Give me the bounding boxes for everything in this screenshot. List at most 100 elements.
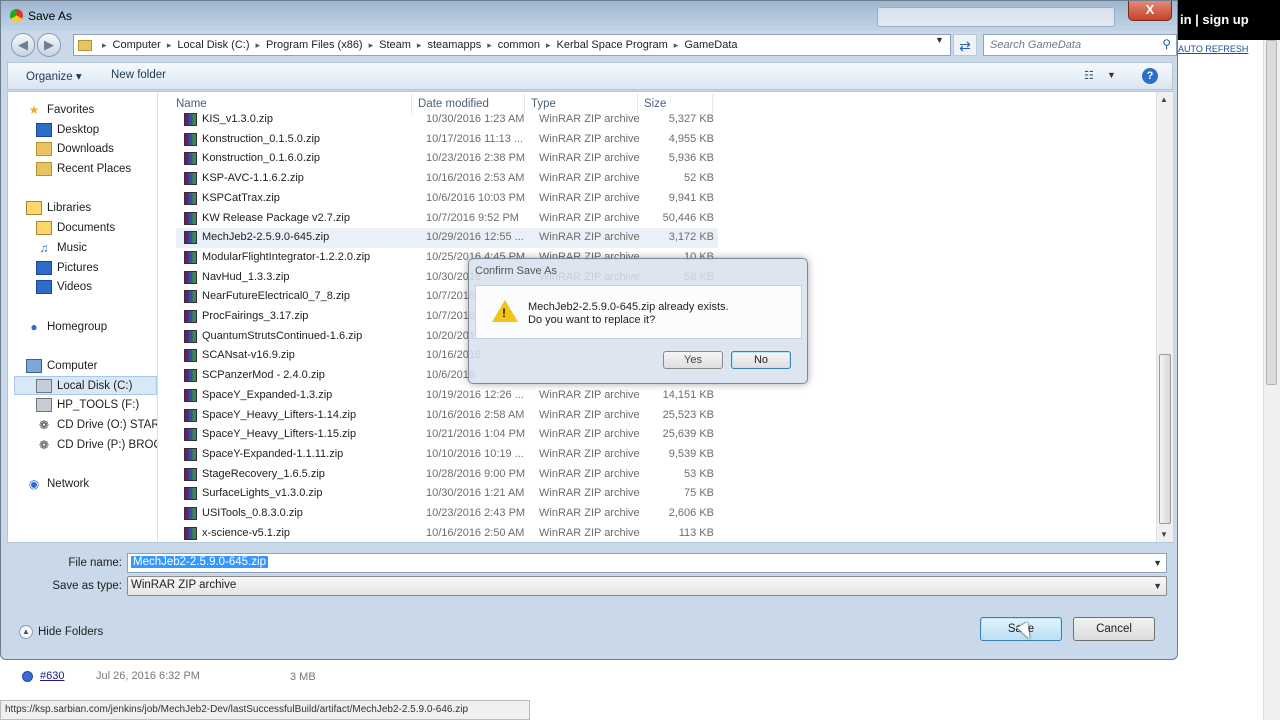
breadcrumb-item[interactable]: Steam [379, 39, 411, 51]
breadcrumb-chevron-icon[interactable]: ▸ [417, 40, 422, 51]
nav-local-disk[interactable]: Local Disk (C:) [14, 376, 157, 395]
nav-homegroup[interactable]: ● Homegroup [26, 317, 107, 336]
breadcrumb-item[interactable]: GameData [684, 39, 737, 51]
build-link[interactable]: #630 [40, 670, 64, 682]
file-row[interactable]: StageRecovery_1.6.5.zip 10/28/2016 9:00 P… [176, 465, 718, 485]
file-row[interactable]: Konstruction_0.1.5.0.zip 10/17/2016 11:13… [176, 130, 718, 150]
nav-desktop[interactable]: Desktop [36, 120, 99, 139]
nav-computer[interactable]: Computer [26, 356, 98, 375]
yes-button[interactable]: Yes [663, 351, 723, 369]
nav-label: Favorites [47, 103, 95, 116]
breadcrumb-item[interactable]: Computer [113, 39, 161, 51]
breadcrumb-item[interactable]: Local Disk (C:) [177, 39, 249, 51]
file-date: 10/30/2016 1:23 AM [426, 113, 525, 125]
new-folder-button[interactable]: New folder [111, 69, 166, 81]
breadcrumb-chevron-icon[interactable]: ▸ [102, 40, 107, 51]
view-dropdown-icon[interactable]: ▼ [1107, 70, 1116, 80]
breadcrumb-chevron-icon[interactable]: ▸ [167, 40, 172, 51]
nav-hp-tools[interactable]: HP_TOOLS (F:) [36, 395, 139, 414]
homegroup-icon: ● [30, 319, 38, 334]
file-type: WinRAR ZIP archive [539, 191, 640, 204]
nav-cd-drive-p[interactable]: ❁ CD Drive (P:) BROOD [36, 435, 157, 454]
page-scrollbar-thumb[interactable] [1266, 40, 1277, 385]
breadcrumb-chevron-icon[interactable]: ▸ [369, 40, 374, 51]
scroll-up-icon[interactable]: ▲ [1160, 95, 1168, 104]
nav-pictures[interactable]: Pictures [36, 258, 99, 277]
file-size: 2,606 KB [668, 507, 714, 519]
nav-recent-places[interactable]: Recent Places [36, 159, 131, 178]
file-date: 10/16/2016 2:53 AM [426, 172, 525, 185]
file-size: 52 KB [684, 172, 714, 185]
scroll-down-icon[interactable]: ▼ [1160, 530, 1168, 539]
nav-cd-drive-o[interactable]: ❁ CD Drive (O:) STARC [36, 415, 157, 434]
refresh-button[interactable]: ⇄ [953, 34, 977, 56]
breadcrumb-chevron-icon[interactable]: ▸ [487, 40, 492, 51]
scrollbar-thumb[interactable] [1159, 354, 1171, 524]
file-row[interactable]: SpaceY_Heavy_Lifters-1.15.zip 10/21/2016 … [176, 425, 718, 445]
file-row[interactable]: KW Release Package v2.7.zip 10/7/2016 9:5… [176, 209, 718, 229]
winrar-archive-icon [184, 349, 197, 363]
breadcrumb-item[interactable]: steamapps [427, 39, 481, 51]
breadcrumb-item[interactable]: Program Files (x86) [266, 39, 363, 51]
file-date: 10/28/2016 9:00 PM [426, 467, 526, 480]
file-name: NearFutureElectrical0_7_8.zip [202, 290, 350, 303]
winrar-archive-icon [184, 132, 197, 146]
address-dropdown-icon[interactable]: ▼ [935, 35, 944, 45]
file-row[interactable]: SpaceY-Expanded-1.1.11.zip 10/10/2016 10:… [176, 445, 718, 465]
nav-favorites[interactable]: ★ Favorites [26, 100, 95, 119]
hide-folders-button[interactable]: ▲ Hide Folders [19, 625, 103, 639]
nav-network[interactable]: ◉ Network [26, 474, 89, 493]
nav-libraries[interactable]: Libraries [26, 198, 91, 217]
nav-videos[interactable]: Videos [36, 277, 92, 296]
organize-menu[interactable]: Organize ▾ [26, 69, 82, 83]
login-link[interactable]: in | sign up [1180, 12, 1249, 27]
cancel-button[interactable]: Cancel [1073, 617, 1155, 641]
build-row: #630 Jul 26, 2016 6:32 PM 3 MB [0, 660, 1170, 696]
breadcrumb-chevron-icon[interactable]: ▸ [674, 40, 679, 51]
browser-status-bar: https://ksp.sarbian.com/jenkins/job/Mech… [0, 700, 530, 720]
file-row[interactable]: KSP-AVC-1.1.6.2.zip 10/16/2016 2:53 AM Win… [176, 169, 718, 189]
star-icon: ★ [28, 102, 40, 117]
file-date: 10/30/2016 1:21 AM [426, 487, 525, 500]
file-row[interactable]: KSPCatTrax.zip 10/6/2016 10:03 PM WinRAR Z… [176, 189, 718, 209]
file-name-input[interactable]: MechJeb2-2.5.9.0-645.zip ▼ [127, 553, 1167, 573]
nav-downloads[interactable]: Downloads [36, 139, 114, 158]
file-name-dropdown-icon[interactable]: ▼ [1153, 558, 1162, 568]
nav-label: Downloads [57, 142, 114, 155]
file-name: KIS_v1.3.0.zip [202, 113, 273, 125]
auto-refresh-link[interactable]: AUTO REFRESH [1178, 44, 1248, 54]
file-row[interactable]: USITools_0.8.3.0.zip 10/23/2016 2:43 PM Wi… [176, 504, 718, 524]
file-row[interactable]: SpaceY_Expanded-1.3.zip 10/19/2016 12:26 … [176, 386, 718, 406]
file-row[interactable]: SurfaceLights_v1.3.0.zip 10/30/2016 1:21 … [176, 484, 718, 504]
winrar-archive-icon [184, 211, 197, 225]
nav-documents[interactable]: Documents [36, 218, 115, 237]
no-button[interactable]: No [731, 351, 791, 369]
forward-button[interactable]: ▶ [37, 33, 61, 57]
nav-music[interactable]: ♫ Music [36, 238, 88, 257]
save-type-dropdown-icon[interactable]: ▼ [1153, 581, 1162, 591]
file-list-scrollbar[interactable]: ▲ ▼ [1156, 92, 1173, 542]
file-size: 75 KB [684, 487, 714, 500]
help-icon[interactable]: ? [1142, 68, 1158, 84]
file-date: 10/17/2016 11:13 ... [426, 132, 524, 145]
file-row[interactable]: SpaceY_Heavy_Lifters-1.14.zip 10/16/2016 … [176, 406, 718, 426]
command-toolbar: Organize ▾ New folder ☷ ▼ ? [7, 62, 1173, 90]
nav-label: Music [57, 241, 88, 254]
back-button[interactable]: ◀ [11, 33, 35, 57]
file-row[interactable]: KIS_v1.3.0.zip 10/30/2016 1:23 AM WinRAR Z… [176, 110, 718, 130]
search-input[interactable]: Search GameData ⚲ [983, 34, 1177, 56]
breadcrumb-chevron-icon[interactable]: ▸ [255, 40, 260, 51]
close-button[interactable]: X [1128, 1, 1172, 21]
file-row[interactable]: x-science-v5.1.zip 10/16/2016 2:50 AM WinR… [176, 524, 718, 544]
breadcrumb-item[interactable]: common [498, 39, 540, 51]
address-bar[interactable]: ▸ Computer ▸ Local Disk (C:) ▸ Program Files … [73, 34, 951, 56]
file-row[interactable]: MechJeb2-2.5.9.0-645.zip 10/29/2016 12:55… [176, 228, 718, 248]
search-icon[interactable]: ⚲ [1162, 37, 1171, 51]
navigation-bar: ◀ ▶ ▸ Computer ▸ Local Disk (C:) ▸ Program Fi… [7, 32, 1177, 58]
title-bar[interactable]: Save As X [1, 1, 1177, 31]
view-options-icon[interactable]: ☷ [1084, 69, 1098, 82]
breadcrumb-chevron-icon[interactable]: ▸ [546, 40, 551, 51]
save-type-select[interactable]: WinRAR ZIP archive ▼ [127, 576, 1167, 596]
file-row[interactable]: Konstruction_0.1.6.0.zip 10/23/2016 2:38 … [176, 149, 718, 169]
breadcrumb-item[interactable]: Kerbal Space Program [557, 39, 668, 51]
